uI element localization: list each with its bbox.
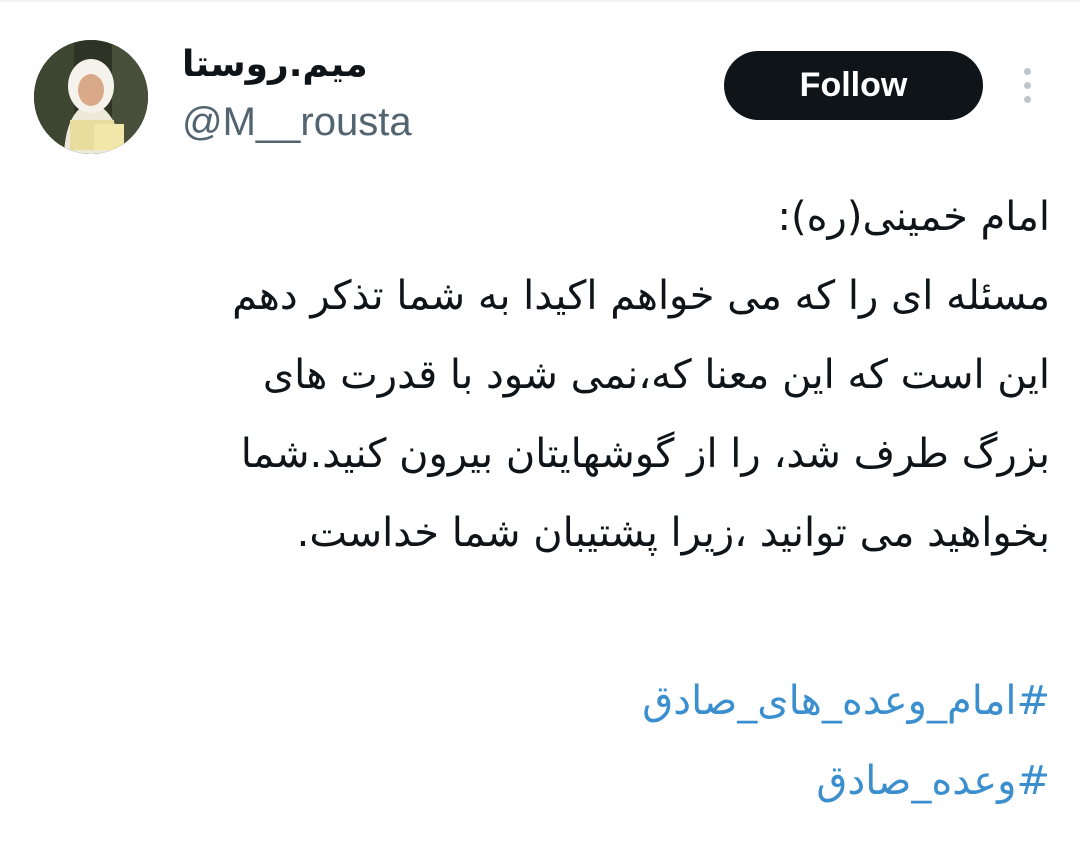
user-info: میم.روستا @M__rousta [182,40,602,150]
tweet-line: امام خمینی(ره): [777,194,1051,240]
more-vertical-icon[interactable] [1010,64,1044,108]
tweet-header: میم.روستا @M__rousta Follow [0,0,1080,170]
more-dot [1024,68,1031,75]
tweet-line: بزرگ طرف شد، را از گوشهایتان بیرون کنید.… [240,431,1050,477]
tweet-line: بخواهید می توانید ،زیرا پشتیبان شما خداس… [296,510,1050,556]
avatar-image [34,40,148,154]
tweet-line: مسئله ای را که می خواهم اکیدا به شما تذک… [232,273,1050,319]
avatar[interactable] [34,40,148,154]
tweet-line: این است که این معنا که،نمی شود با قدرت ه… [262,352,1050,398]
more-dot [1024,96,1031,103]
more-dot [1024,82,1031,89]
user-handle[interactable]: @M__rousta [182,98,412,146]
hashtag-link[interactable]: #امام_وعده_های_صادق [642,662,1050,741]
hashtag-link[interactable]: #وعده_صادق [816,742,1050,821]
display-name[interactable]: میم.روستا [182,40,368,90]
follow-button[interactable]: Follow [724,51,983,120]
tweet-text: امام خمینی(ره): مسئله ای را که می خواهم … [40,178,1050,573]
